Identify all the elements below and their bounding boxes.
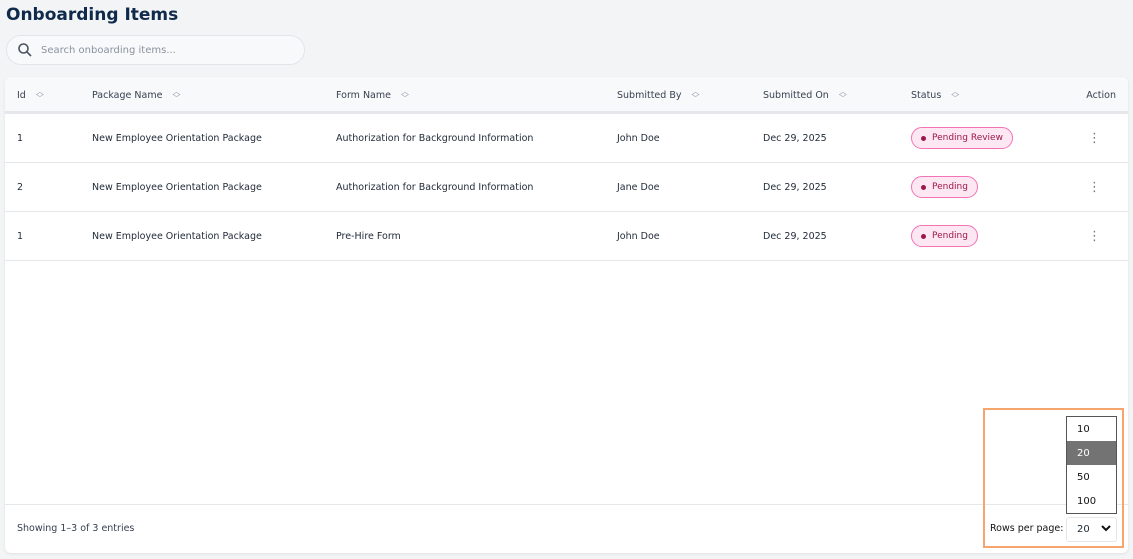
cell-id: 1 <box>17 132 24 144</box>
cell-form-name: Authorization for Background Information <box>336 181 534 193</box>
table-footer: Showing 1–3 of 3 entries <box>5 504 1128 553</box>
cell-form-name: Pre-Hire Form <box>336 230 401 242</box>
search-icon <box>18 43 32 57</box>
cell-id: 2 <box>17 181 24 193</box>
sort-icon[interactable]: ︿ ﹀ <box>839 88 847 103</box>
column-label: Form Name <box>336 89 391 101</box>
sort-icon[interactable]: ︿ ﹀ <box>691 88 699 103</box>
search-box[interactable] <box>6 35 305 65</box>
table-card: Id ︿ ﹀ Package Name ︿ ﹀ Form Name ︿ ﹀ Submitted B… <box>5 77 1128 553</box>
cell-submitted-on: Dec 29, 2025 <box>763 132 827 144</box>
table-row[interactable]: 1 New Employee Orientation Package Authori… <box>5 114 1128 163</box>
option-20[interactable]: 20 <box>1067 441 1116 465</box>
cell-status: Pending <box>911 163 978 211</box>
table-row[interactable]: 1 New Employee Orientation Package Pre-Hir… <box>5 212 1128 261</box>
column-label: Package Name <box>92 89 163 101</box>
more-actions-icon[interactable]: ⋮ <box>1088 114 1101 162</box>
column-header-submitted-by[interactable]: Submitted By ︿ ﹀ <box>617 77 699 113</box>
option-100[interactable]: 100 <box>1067 489 1116 513</box>
cell-submitted-on: Dec 29, 2025 <box>763 230 827 242</box>
cell-package-name: New Employee Orientation Package <box>92 132 262 144</box>
sort-icon[interactable]: ︿ ﹀ <box>951 88 959 103</box>
status-dot-icon <box>921 135 926 141</box>
status-badge: Pending <box>911 225 978 247</box>
cell-submitted-on: Dec 29, 2025 <box>763 181 827 193</box>
status-badge: Pending Review <box>911 127 1013 149</box>
column-label: Submitted By <box>617 89 682 101</box>
sort-icon[interactable]: ︿ ﹀ <box>36 88 44 103</box>
sort-icon[interactable]: ︿ ﹀ <box>172 88 180 103</box>
cell-submitted-by: Jane Doe <box>617 181 660 193</box>
column-header-package-name[interactable]: Package Name ︿ ﹀ <box>92 77 180 113</box>
cell-package-name: New Employee Orientation Package <box>92 230 262 242</box>
status-badge: Pending <box>911 176 978 198</box>
status-text: Pending <box>932 182 968 192</box>
option-10[interactable]: 10 <box>1067 417 1116 441</box>
rows-per-page-label: Rows per page: <box>990 523 1064 534</box>
column-header-form-name[interactable]: Form Name ︿ ﹀ <box>336 77 409 113</box>
cell-form-name: Authorization for Background Information <box>336 132 534 144</box>
page-title: Onboarding Items <box>6 5 179 25</box>
cell-submitted-by: John Doe <box>617 230 660 242</box>
status-dot-icon <box>921 233 926 239</box>
entries-count: Showing 1–3 of 3 entries <box>17 523 135 534</box>
status-dot-icon <box>921 184 926 190</box>
chevron-down-icon <box>1101 524 1111 535</box>
column-header-action: Action <box>1086 77 1116 113</box>
status-text: Pending Review <box>932 133 1003 143</box>
more-actions-icon[interactable]: ⋮ <box>1088 212 1101 260</box>
rows-per-page-options: 10 20 50 100 <box>1066 416 1117 514</box>
cell-status: Pending <box>911 212 978 260</box>
sort-icon[interactable]: ︿ ﹀ <box>401 88 409 103</box>
column-label: Action <box>1086 89 1116 101</box>
cell-id: 1 <box>17 230 24 242</box>
rows-per-page-select[interactable]: 20 <box>1066 517 1117 542</box>
table-header: Id ︿ ﹀ Package Name ︿ ﹀ Form Name ︿ ﹀ Submitted B… <box>5 77 1128 114</box>
table-row[interactable]: 2 New Employee Orientation Package Authori… <box>5 163 1128 212</box>
more-actions-icon[interactable]: ⋮ <box>1088 163 1101 211</box>
search-input[interactable] <box>41 44 281 56</box>
option-50[interactable]: 50 <box>1067 465 1116 489</box>
cell-package-name: New Employee Orientation Package <box>92 181 262 193</box>
cell-submitted-by: John Doe <box>617 132 660 144</box>
column-header-status[interactable]: Status ︿ ﹀ <box>911 77 959 113</box>
column-header-submitted-on[interactable]: Submitted On ︿ ﹀ <box>763 77 847 113</box>
column-label: Id <box>17 89 26 101</box>
cell-status: Pending Review <box>911 114 1013 162</box>
column-label: Submitted On <box>763 89 829 101</box>
column-label: Status <box>911 89 942 101</box>
column-header-id[interactable]: Id ︿ ﹀ <box>17 77 44 113</box>
rows-per-page-value: 20 <box>1077 524 1090 535</box>
status-text: Pending <box>932 231 968 241</box>
